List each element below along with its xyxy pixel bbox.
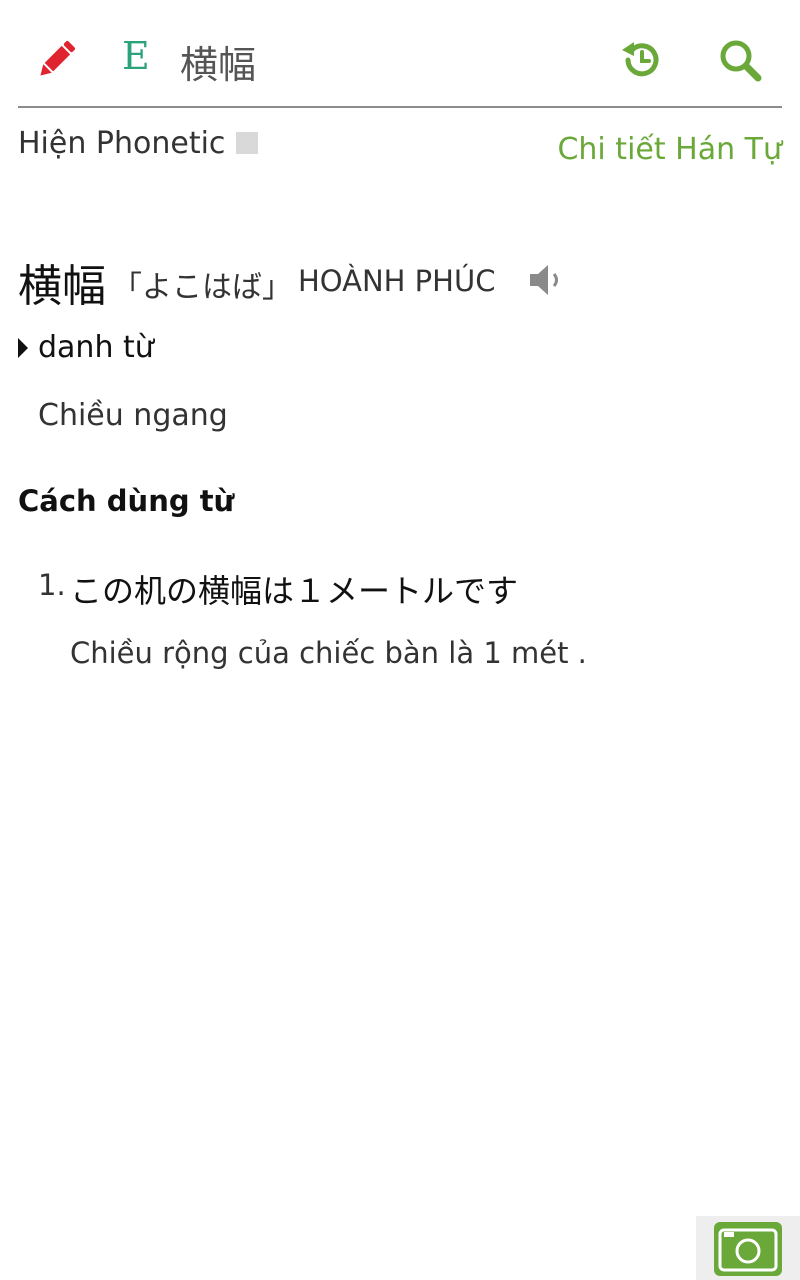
kanji-detail-link[interactable]: Chi tiết Hán Tự [557,132,782,167]
search-button[interactable] [716,36,764,84]
entry-han-viet: HOÀNH PHÚC [298,264,496,298]
part-of-speech: danh từ [38,330,154,365]
phonetic-checkbox[interactable] [236,132,258,154]
header-divider [18,106,782,108]
language-badge[interactable]: E [122,34,150,78]
usage-title: Cách dùng từ [18,484,235,518]
example-number: 1. [38,568,66,602]
history-button[interactable] [618,36,666,84]
example-japanese: この机の横幅は１メートルです [70,572,519,610]
meaning: Chiều ngang [38,398,228,433]
entry-reading: 「よこはば」 [112,270,292,305]
speaker-button[interactable] [526,260,566,300]
phonetic-label: Hiện Phonetic [18,126,226,161]
top-bar: E 横幅 [0,0,800,108]
camera-icon [714,1222,782,1276]
search-icon [720,40,762,82]
speaker-icon [530,265,558,295]
history-icon [622,42,659,77]
camera-button[interactable] [714,1218,782,1276]
example-vietnamese: Chiều rộng của chiếc bàn là 1 mét . [70,636,587,670]
search-word[interactable]: 横幅 [180,34,256,89]
pencil-icon [40,41,75,76]
part-of-speech-arrow-icon [18,338,28,358]
edit-button[interactable] [32,36,80,84]
entry-word: 横幅 [18,261,106,312]
